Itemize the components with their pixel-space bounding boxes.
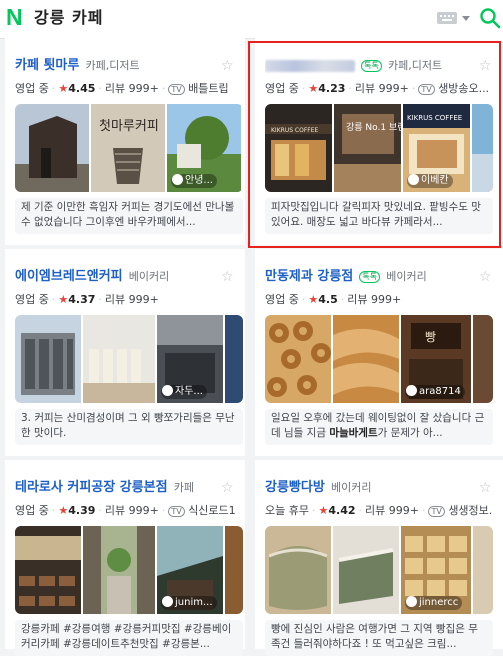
tv-badge-icon: TV [168, 83, 185, 95]
rating-value: 4.37 [68, 293, 96, 306]
rating-value: 4.45 [68, 82, 96, 95]
photo-sign-text: 빵 [425, 330, 436, 344]
place-name[interactable]: 카페 툇마루 [15, 58, 79, 73]
photo-strip[interactable]: jinnercc [265, 526, 493, 614]
tv-program: 식신로드1 [188, 504, 236, 517]
rating-value: 4.39 [68, 504, 96, 517]
review-keyword: 마늘바게트 [329, 427, 378, 439]
place-title: 카페 툇마루 카페,디저트 [15, 56, 227, 76]
photo-strip[interactable]: 빵 ara8714 [265, 315, 493, 403]
svg-text:첫마루커피: 첫마루커피 [99, 119, 159, 134]
save-star-icon[interactable]: ☆ [479, 270, 493, 284]
review-count[interactable]: 리뷰 999+ [105, 293, 159, 306]
place-card-gangneung-bbangdabang[interactable]: 강릉빵다방 베이커리 ☆ 오늘 휴무 · ★4.42 · 리뷰 999+ · TV 생생정보… [255, 460, 503, 656]
rating-star-icon: ★ [58, 504, 69, 517]
review-count[interactable]: 리뷰 999+ [365, 504, 419, 517]
place-name[interactable]: 테라로사 커피공장 강릉본점 [15, 480, 168, 495]
place-photo-1[interactable] [15, 104, 89, 192]
place-name[interactable]: 에이엠브레드앤커피 [15, 269, 123, 284]
place-photo-1[interactable] [265, 526, 331, 614]
place-card-mandong-jegwa[interactable]: 만동제과 강릉점 톡톡 베이커리 ☆ 영업 중·★4.5·리뷰 999+ [255, 249, 503, 456]
place-photo-4[interactable] [473, 315, 493, 403]
photo-strip[interactable]: junim... [15, 526, 243, 614]
place-meta: 영업 중 · ★4.5 · 리뷰 999+ [265, 293, 402, 306]
place-title: 에이엠브레드앤커피 베이커리 [15, 267, 227, 287]
open-status: 영업 중 [15, 82, 49, 95]
place-title: 만동제과 강릉점 톡톡 베이커리 [265, 267, 477, 287]
open-status: 영업 중 [265, 293, 299, 306]
place-name[interactable]: 강릉빵다방 [265, 480, 325, 495]
place-meta: 오늘 휴무·★4.42·리뷰 999+·TV 생생정보... [265, 503, 493, 519]
save-star-icon[interactable]: ☆ [479, 481, 493, 495]
rating-value: 4.42 [328, 504, 356, 517]
place-photo-1[interactable] [265, 315, 331, 403]
rating-value: 4.5 [318, 293, 338, 306]
photo-uploader: 자두... [161, 384, 207, 399]
place-card-am-bread[interactable]: 에이엠브레드앤커피 베이커리 ☆ 영업 중·★4.37·리뷰 999+ [5, 249, 245, 456]
highlight-box [248, 41, 501, 248]
review-count[interactable]: 리뷰 999+ [105, 82, 159, 95]
place-photo-2[interactable] [333, 526, 399, 614]
review-snippet[interactable]: 일요일 오후에 갔는데 웨이팅없이 잘 샀습니다 근데 님들 지금 마늘바게트가… [265, 409, 493, 445]
review-count[interactable]: 리뷰 999+ [347, 293, 401, 306]
search-query[interactable]: 강릉 카페 [34, 6, 103, 30]
photo-strip[interactable]: 첫마루커피 안녕... [15, 104, 243, 192]
review-count[interactable]: 리뷰 999+ [105, 504, 159, 517]
place-photo-4[interactable] [225, 526, 243, 614]
place-photo-2[interactable] [83, 526, 155, 614]
tv-program: 배틀트립 [188, 82, 229, 95]
save-star-icon[interactable]: ☆ [221, 481, 235, 495]
photo-uploader: 안녕... [171, 173, 217, 188]
place-meta: 영업 중 · ★4.39 · 리뷰 999+ · TV 식신로드1 [15, 504, 236, 517]
photo-strip[interactable]: 자두... [15, 315, 243, 403]
open-status: 영업 중 [15, 504, 49, 517]
photo-uploader: jinnercc [405, 595, 463, 610]
place-photo-2[interactable] [83, 315, 155, 403]
place-name[interactable]: 만동제과 강릉점 [265, 269, 353, 284]
photo-uploader: ara8714 [405, 384, 465, 399]
place-photo-2[interactable] [333, 315, 399, 403]
talktalk-badge[interactable]: 톡톡 [359, 270, 381, 283]
place-photo-4[interactable] [473, 526, 493, 614]
search-header: N 강릉 카페 [0, 0, 503, 39]
open-status: 오늘 휴무 [265, 504, 309, 517]
place-title: 강릉빵다방 베이커리 [265, 478, 477, 498]
tv-program: 생생정보... [448, 504, 493, 517]
rating-star-icon: ★ [58, 82, 69, 95]
place-photo-4[interactable] [225, 315, 243, 403]
place-category: 베이커리 [330, 481, 372, 494]
rating-star-icon: ★ [318, 504, 329, 517]
naver-logo[interactable]: N [6, 6, 26, 29]
place-meta: 영업 중 · ★4.45 · 리뷰 999+ · TV 배틀트립 [15, 82, 229, 95]
open-status: 영업 중 [15, 293, 49, 306]
save-star-icon[interactable]: ☆ [221, 59, 235, 73]
rating-star-icon: ★ [308, 293, 319, 306]
place-card-cafe-toetmaru[interactable]: 카페 툇마루 카페,디저트 ☆ 영업 중 · ★4.45 · 리뷰 999+ · TV 배틀… [5, 38, 245, 245]
search-icon[interactable] [478, 6, 502, 30]
place-category: 베이커리 [128, 270, 170, 283]
place-photo-1[interactable] [15, 315, 81, 403]
keyboard-dropdown-icon[interactable] [462, 16, 470, 21]
place-photo-2[interactable]: 첫마루커피 [91, 104, 165, 192]
review-snippet[interactable]: 빵에 진심인 사람은 여행가면 그 지역 빵집은 무족건 들러줘야하다죠 ! 또… [265, 620, 493, 656]
review-snippet[interactable]: 강릉카페 #강릉여행 #강릉커피맛집 #강릉베이커리카페 #강릉데이트추천맛집 … [15, 620, 243, 656]
review-snippet[interactable]: 제 기준 이만한 흑임자 커피는 경기도에선 만나볼 수 없었습니다 그이후엔 … [15, 198, 243, 234]
keyboard-icon[interactable] [437, 12, 457, 24]
place-category: 카페 [173, 481, 194, 494]
save-star-icon[interactable]: ☆ [221, 270, 235, 284]
place-category: 베이커리 [386, 270, 427, 283]
place-title: 테라로사 커피공장 강릉본점 카페 [15, 478, 227, 498]
place-meta: 영업 중 · ★4.37 · 리뷰 999+ [15, 293, 159, 306]
rating-star-icon: ★ [58, 293, 69, 306]
place-photo-1[interactable] [15, 526, 81, 614]
tv-badge-icon: TV [168, 505, 185, 517]
photo-uploader: junim... [161, 595, 217, 610]
place-card-terarosa[interactable]: 테라로사 커피공장 강릉본점 카페 ☆ 영업 중 · ★4.39 · 리뷰 999+ · T… [5, 460, 245, 656]
place-category: 카페,디저트 [85, 59, 140, 72]
review-snippet[interactable]: 3. 커피는 산미겸성이며 그 외 빵쪼가리들은 무난한 맛이다. [15, 409, 243, 445]
tv-badge-icon: TV [428, 505, 445, 517]
